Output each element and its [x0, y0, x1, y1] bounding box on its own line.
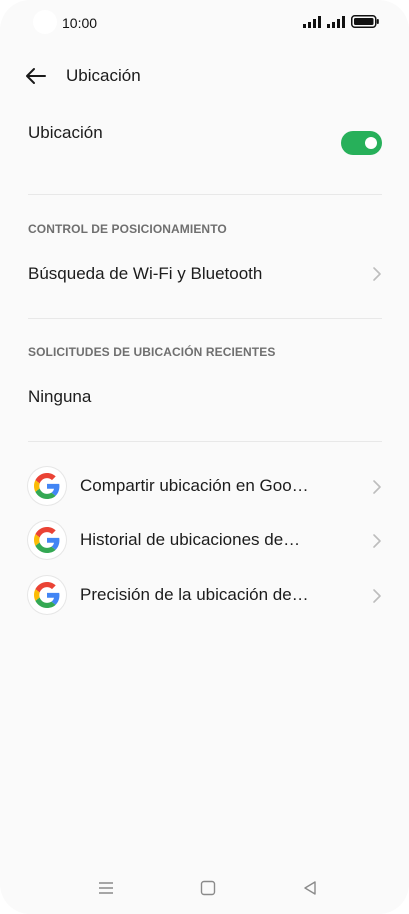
google-item-label: Historial de ubicaciones de… — [80, 530, 301, 549]
wifi-bluetooth-scan-label: Búsqueda de Wi-Fi y Bluetooth — [28, 264, 263, 283]
divider — [28, 441, 382, 442]
system-nav-bar — [0, 864, 409, 914]
section-title-positioning: CONTROL DE POSICIONAMIENTO — [28, 222, 227, 236]
divider — [28, 318, 382, 319]
google-item-label: Compartir ubicación en Goo… — [80, 476, 309, 495]
app-header: Ubicación — [0, 56, 409, 96]
status-icons — [303, 15, 379, 28]
google-g-icon — [28, 576, 66, 614]
phone-screen: 10:00 Ubicación Ubicación CONTROL DE POS… — [0, 0, 409, 914]
back-triangle-icon[interactable] — [300, 878, 320, 898]
page-title: Ubicación — [66, 66, 141, 85]
google-location-sharing-item[interactable]: Compartir ubicación en Goo… — [28, 465, 382, 511]
chevron-right-icon — [373, 267, 381, 281]
camera-cutout — [33, 10, 57, 34]
recent-requests-label: Ninguna — [28, 387, 92, 406]
chevron-right-icon — [373, 534, 381, 548]
menu-icon[interactable] — [96, 878, 116, 898]
back-arrow-icon[interactable] — [24, 64, 48, 88]
status-time: 10:00 — [62, 15, 98, 31]
location-toggle-switch[interactable] — [341, 131, 382, 155]
chevron-right-icon — [373, 480, 381, 494]
toggle-knob — [365, 137, 377, 149]
status-bar: 10:00 — [0, 0, 409, 46]
chevron-right-icon — [373, 589, 381, 603]
section-title-recent-requests: SOLICITUDES DE UBICACIÓN RECIENTES — [28, 345, 276, 359]
google-g-icon — [28, 467, 66, 505]
signal-icon — [327, 15, 345, 28]
google-item-label: Precisión de la ubicación de… — [80, 585, 309, 604]
recent-requests-item: Ninguna — [28, 377, 382, 417]
signal-icon — [303, 15, 321, 28]
google-location-accuracy-item[interactable]: Precisión de la ubicación de… — [28, 574, 382, 620]
divider — [28, 194, 382, 195]
home-icon[interactable] — [198, 878, 218, 898]
google-g-icon — [28, 521, 66, 559]
wifi-bluetooth-scan-item[interactable]: Búsqueda de Wi-Fi y Bluetooth — [28, 254, 382, 294]
location-toggle-row[interactable]: Ubicación — [28, 120, 382, 164]
battery-icon — [351, 15, 379, 28]
google-location-history-item[interactable]: Historial de ubicaciones de… — [28, 519, 382, 565]
location-toggle-label: Ubicación — [28, 123, 103, 142]
